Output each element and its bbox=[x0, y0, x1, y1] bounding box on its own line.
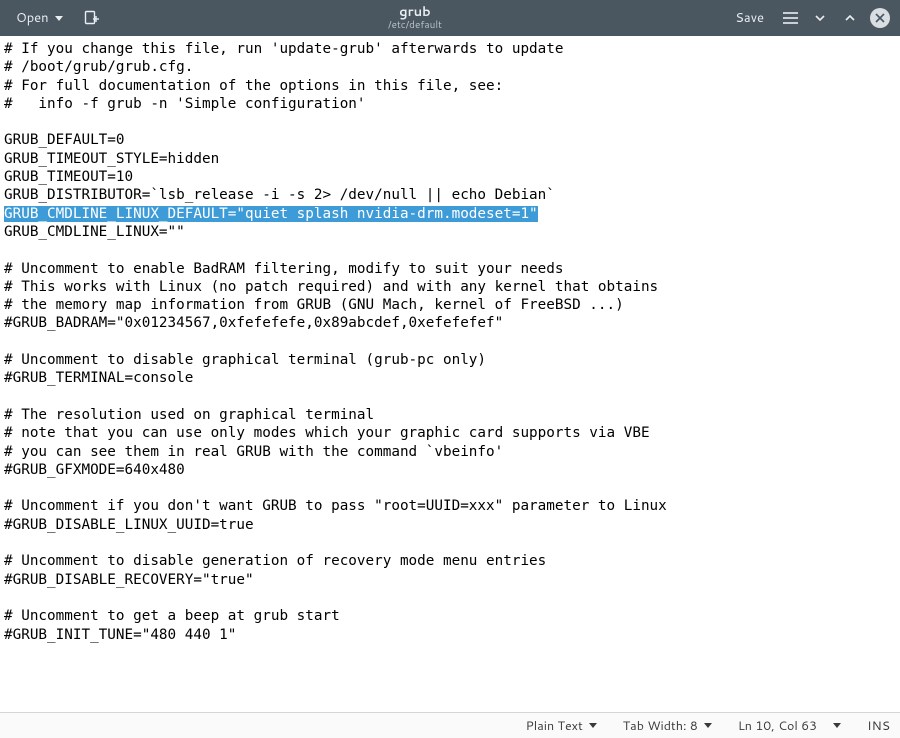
cursor-label: Ln 10, Col 63 bbox=[738, 717, 817, 735]
editor-line: # For full documentation of the options … bbox=[4, 77, 896, 95]
editor-line: # the memory map information from GRUB (… bbox=[4, 296, 896, 314]
editor-line: #GRUB_DISABLE_LINUX_UUID=true bbox=[4, 516, 896, 534]
tab-width-label: Tab Width: 8 bbox=[623, 717, 698, 735]
editor-line: GRUB_CMDLINE_LINUX="" bbox=[4, 223, 896, 241]
hamburger-menu-button[interactable] bbox=[776, 4, 804, 32]
maximize-button[interactable] bbox=[836, 4, 864, 32]
editor-line bbox=[4, 479, 896, 497]
close-button[interactable] bbox=[866, 4, 894, 32]
open-label: Open bbox=[16, 9, 49, 27]
editor-line: # info -f grub -n 'Simple configuration' bbox=[4, 95, 896, 113]
editor-line: GRUB_TIMEOUT_STYLE=hidden bbox=[4, 150, 896, 168]
editor-line bbox=[4, 589, 896, 607]
dropdown-icon bbox=[589, 723, 597, 728]
dropdown-icon bbox=[55, 16, 63, 21]
language-selector[interactable]: Plain Text bbox=[526, 717, 597, 735]
editor-line: GRUB_TIMEOUT=10 bbox=[4, 168, 896, 186]
editor-line: # note that you can use only modes which… bbox=[4, 424, 896, 442]
editor-line: # This works with Linux (no patch requir… bbox=[4, 278, 896, 296]
editor-line bbox=[4, 333, 896, 351]
text-editor[interactable]: # If you change this file, run 'update-g… bbox=[0, 36, 900, 712]
new-tab-button[interactable] bbox=[77, 4, 105, 32]
cursor-position: Ln 10, Col 63 bbox=[738, 717, 817, 735]
editor-line bbox=[4, 388, 896, 406]
editor-line bbox=[4, 534, 896, 552]
title-block: grub /etc/default bbox=[109, 5, 722, 30]
editor-line: #GRUB_TERMINAL=console bbox=[4, 369, 896, 387]
editor-line: # Uncomment to get a beep at grub start bbox=[4, 607, 896, 625]
editor-line: GRUB_DEFAULT=0 bbox=[4, 131, 896, 149]
new-document-icon bbox=[83, 10, 99, 26]
close-icon bbox=[870, 8, 890, 28]
minimize-button[interactable] bbox=[806, 4, 834, 32]
chevron-down-icon bbox=[814, 12, 826, 24]
cursor-position-menu[interactable] bbox=[833, 723, 841, 728]
editor-line: GRUB_DISTRIBUTOR=`lsb_release -i -s 2> /… bbox=[4, 186, 896, 204]
editor-line: GRUB_CMDLINE_LINUX_DEFAULT="quiet splash… bbox=[4, 205, 896, 223]
dropdown-icon bbox=[704, 723, 712, 728]
editor-line: # you can see them in real GRUB with the… bbox=[4, 443, 896, 461]
save-label: Save bbox=[735, 9, 764, 27]
dropdown-icon bbox=[833, 723, 841, 728]
editor-line: #GRUB_GFXMODE=640x480 bbox=[4, 461, 896, 479]
editor-line: #GRUB_DISABLE_RECOVERY="true" bbox=[4, 571, 896, 589]
editor-line bbox=[4, 113, 896, 131]
editor-line: # Uncomment to disable graphical termina… bbox=[4, 351, 896, 369]
save-button[interactable]: Save bbox=[725, 4, 774, 32]
text-selection: GRUB_CMDLINE_LINUX_DEFAULT="quiet splash… bbox=[4, 206, 538, 222]
editor-line: # Uncomment to enable BadRAM filtering, … bbox=[4, 260, 896, 278]
insert-mode-toggle[interactable]: INS bbox=[867, 717, 890, 735]
open-button[interactable]: Open bbox=[6, 4, 73, 32]
editor-line: #GRUB_BADRAM="0x01234567,0xfefefefe,0x89… bbox=[4, 314, 896, 332]
tab-width-selector[interactable]: Tab Width: 8 bbox=[623, 717, 712, 735]
editor-line: # Uncomment if you don't want GRUB to pa… bbox=[4, 497, 896, 515]
hamburger-icon bbox=[783, 12, 798, 24]
editor-line: # If you change this file, run 'update-g… bbox=[4, 40, 896, 58]
editor-line: #GRUB_INIT_TUNE="480 440 1" bbox=[4, 626, 896, 644]
chevron-up-icon bbox=[844, 12, 856, 24]
status-bar: Plain Text Tab Width: 8 Ln 10, Col 63 IN… bbox=[0, 712, 900, 738]
header-bar: Open grub /etc/default Save bbox=[0, 0, 900, 36]
file-path: /etc/default bbox=[388, 20, 442, 31]
editor-line: # The resolution used on graphical termi… bbox=[4, 406, 896, 424]
editor-line: # /boot/grub/grub.cfg. bbox=[4, 58, 896, 76]
editor-line bbox=[4, 241, 896, 259]
editor-line: # Uncomment to disable generation of rec… bbox=[4, 552, 896, 570]
insert-mode-label: INS bbox=[867, 717, 890, 735]
language-label: Plain Text bbox=[526, 717, 583, 735]
